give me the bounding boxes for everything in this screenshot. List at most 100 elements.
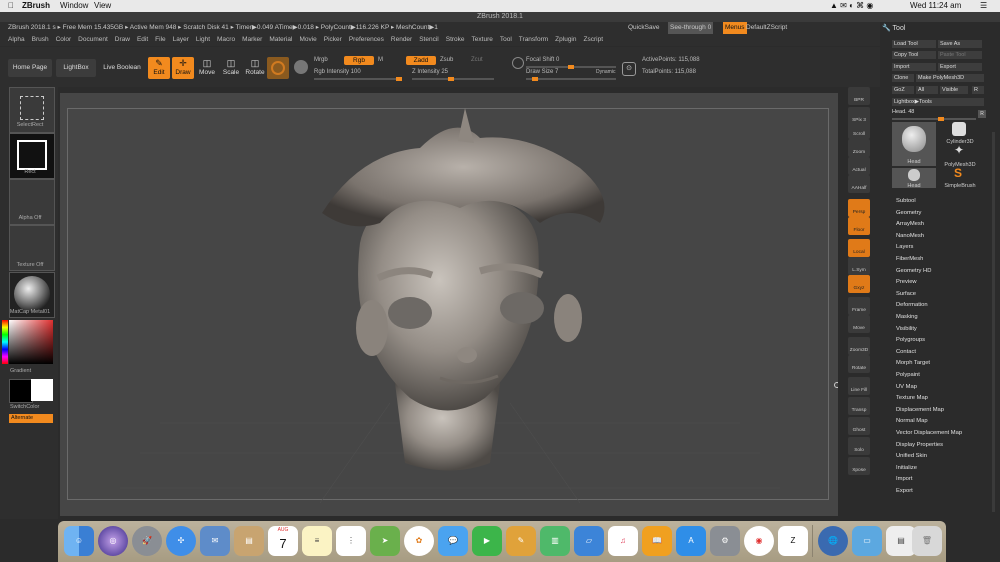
subpalette-normal-map[interactable]: Normal Map xyxy=(896,418,928,424)
quicksave-button[interactable]: QuickSave xyxy=(628,22,659,34)
mrgb-button[interactable]: Mrgb xyxy=(314,57,328,63)
m-button[interactable]: M xyxy=(378,57,383,63)
secondary-color-swatch[interactable] xyxy=(31,379,53,401)
sculptris-button[interactable] xyxy=(267,57,289,79)
reminders-icon[interactable]: ⋮ xyxy=(336,526,366,556)
scale-button[interactable]: ◫ Scale xyxy=(220,57,242,79)
subpalette-deformation[interactable]: Deformation xyxy=(896,302,928,308)
subpalette-morph-target[interactable]: Morph Target xyxy=(896,360,930,366)
head-slider[interactable]: Head. 48 xyxy=(892,109,914,115)
menu-texture[interactable]: Texture xyxy=(472,36,493,43)
subpalette-preview[interactable]: Preview xyxy=(896,279,917,285)
menu-light[interactable]: Light xyxy=(196,36,210,43)
calendar-icon[interactable]: AUG 7 xyxy=(268,526,298,556)
import-tool-button[interactable]: Import xyxy=(892,63,936,71)
maps-icon[interactable]: ➤ xyxy=(370,526,400,556)
brush-mode-icon[interactable] xyxy=(512,57,524,69)
shelf-zoom[interactable]: Zoom xyxy=(848,139,870,157)
subpalette-layers[interactable]: Layers xyxy=(896,244,913,250)
subpalette-visibility[interactable]: Visibility xyxy=(896,326,917,332)
subpalette-uv-map[interactable]: UV Map xyxy=(896,384,917,390)
mac-menu-window[interactable]: Window xyxy=(60,0,88,12)
subpalette-displacement-map[interactable]: Displacement Map xyxy=(896,407,944,413)
apple-icon[interactable]:  xyxy=(8,0,14,12)
siri-icon[interactable]: ◎ xyxy=(98,526,128,556)
see-through-slider[interactable]: See-through 0 xyxy=(668,22,714,34)
mac-menu-view[interactable]: View xyxy=(94,0,111,12)
keynote-icon[interactable]: ▱ xyxy=(574,526,604,556)
move-button[interactable]: ◫ Move xyxy=(196,57,218,79)
thumb-cylinder-tool[interactable]: Cylinder3D xyxy=(938,122,982,145)
shelf-floor[interactable]: Floor xyxy=(848,217,870,235)
numbers-icon[interactable]: ▥ xyxy=(540,526,570,556)
make-polymesh-button[interactable]: Make PolyMesh3D xyxy=(916,74,984,82)
folder-icon[interactable]: ▭ xyxy=(852,526,882,556)
messages-icon[interactable]: 💬 xyxy=(438,526,468,556)
shelf-bpr[interactable]: BPR xyxy=(848,87,870,105)
mail-icon[interactable]: ✉ xyxy=(200,526,230,556)
shelf-local[interactable]: Local xyxy=(848,239,870,257)
head-model[interactable] xyxy=(60,93,838,516)
clone-button[interactable]: Clone xyxy=(892,74,914,82)
subpalette-texture-map[interactable]: Texture Map xyxy=(896,395,928,401)
all-button[interactable]: All xyxy=(916,86,938,94)
primary-color-swatch[interactable] xyxy=(9,379,33,403)
alternate-button[interactable]: Alternate xyxy=(9,414,53,423)
shelf-l-sym[interactable]: L.Sym xyxy=(848,257,870,275)
shelf-line-fill-polyf[interactable]: Line Fill PolyF xyxy=(848,377,870,395)
subpalette-geometry-hd[interactable]: Geometry HD xyxy=(896,268,931,274)
subpalette-nanomesh[interactable]: NanoMesh xyxy=(896,233,924,239)
facetime-icon[interactable]: ▶ xyxy=(472,526,502,556)
subpalette-import[interactable]: Import xyxy=(896,476,912,482)
draw-size-slider[interactable]: Draw Size 7 xyxy=(526,69,558,75)
list-icon[interactable]: ☰ xyxy=(980,0,987,12)
menu-movie[interactable]: Movie xyxy=(299,36,316,43)
menu-material[interactable]: Material xyxy=(269,36,292,43)
lightbox-tools-button[interactable]: Lightbox▶Tools xyxy=(892,98,984,106)
shelf-xpose[interactable]: Xpose xyxy=(848,457,870,475)
switch-color-button[interactable]: SwitchColor xyxy=(10,404,62,410)
thumb-polymesh-tool[interactable]: ✦ PolyMesh3D xyxy=(938,143,982,168)
thumb-head-tool[interactable]: Head xyxy=(892,122,936,166)
subpalette-arraymesh[interactable]: ArrayMesh xyxy=(896,221,924,227)
subpalette-geometry[interactable]: Geometry xyxy=(896,210,921,216)
subpalette-display-properties[interactable]: Display Properties xyxy=(896,442,943,448)
goz-button[interactable]: GoZ xyxy=(892,86,914,94)
subpalette-polypaint[interactable]: Polypaint xyxy=(896,372,920,378)
shelf-gxyz[interactable]: Gxyz xyxy=(848,275,870,293)
menu-stroke[interactable]: Stroke xyxy=(446,36,465,43)
dynamic-icon[interactable]: ⊙ xyxy=(622,62,636,76)
shelf-actual[interactable]: Actual xyxy=(848,157,870,175)
thumb-simplebrush-tool[interactable]: S SimpleBrush xyxy=(938,166,982,189)
subpalette-vector-displacement-map[interactable]: Vector Displacement Map xyxy=(896,430,962,436)
rotate-button[interactable]: ◫ Rotate xyxy=(244,57,266,79)
shelf-move[interactable]: Move xyxy=(848,315,870,333)
edit-button[interactable]: ✎ Edit xyxy=(148,57,170,79)
menu-document[interactable]: Document xyxy=(78,36,108,43)
shelf-aahalf[interactable]: AAHalf xyxy=(848,175,870,193)
save-as-button[interactable]: Save As xyxy=(938,40,982,48)
finder-icon[interactable]: ☺ xyxy=(64,526,94,556)
menu-draw[interactable]: Draw xyxy=(115,36,130,43)
subpalette-export[interactable]: Export xyxy=(896,488,913,494)
tool-panel-scrollbar[interactable] xyxy=(992,132,995,512)
menu-file[interactable]: File xyxy=(155,36,165,43)
subpalette-polygroups[interactable]: Polygroups xyxy=(896,337,925,343)
menus-button[interactable]: Menus xyxy=(723,22,747,34)
zsub-button[interactable]: Zsub xyxy=(440,57,453,63)
shelf-persp[interactable]: Persp xyxy=(848,199,870,217)
home-page-button[interactable]: Home Page xyxy=(8,59,52,77)
shelf-solo[interactable]: Solo xyxy=(848,437,870,455)
visible-button[interactable]: Visible xyxy=(940,86,968,94)
menu-marker[interactable]: Marker xyxy=(242,36,262,43)
shelf-zoom3d[interactable]: Zoom3D xyxy=(848,337,870,355)
subpalette-fibermesh[interactable]: FiberMesh xyxy=(896,256,923,262)
safari-icon[interactable]: ✣ xyxy=(166,526,196,556)
menu-zscript[interactable]: Zscript xyxy=(584,36,604,43)
copy-tool-button[interactable]: Copy Tool xyxy=(892,51,936,59)
menu-render[interactable]: Render xyxy=(391,36,412,43)
zbrush-icon[interactable]: Z xyxy=(778,526,808,556)
menu-alpha[interactable]: Alpha xyxy=(8,36,25,43)
menu-transform[interactable]: Transform xyxy=(519,36,548,43)
subpalette-initialize[interactable]: Initialize xyxy=(896,465,917,471)
